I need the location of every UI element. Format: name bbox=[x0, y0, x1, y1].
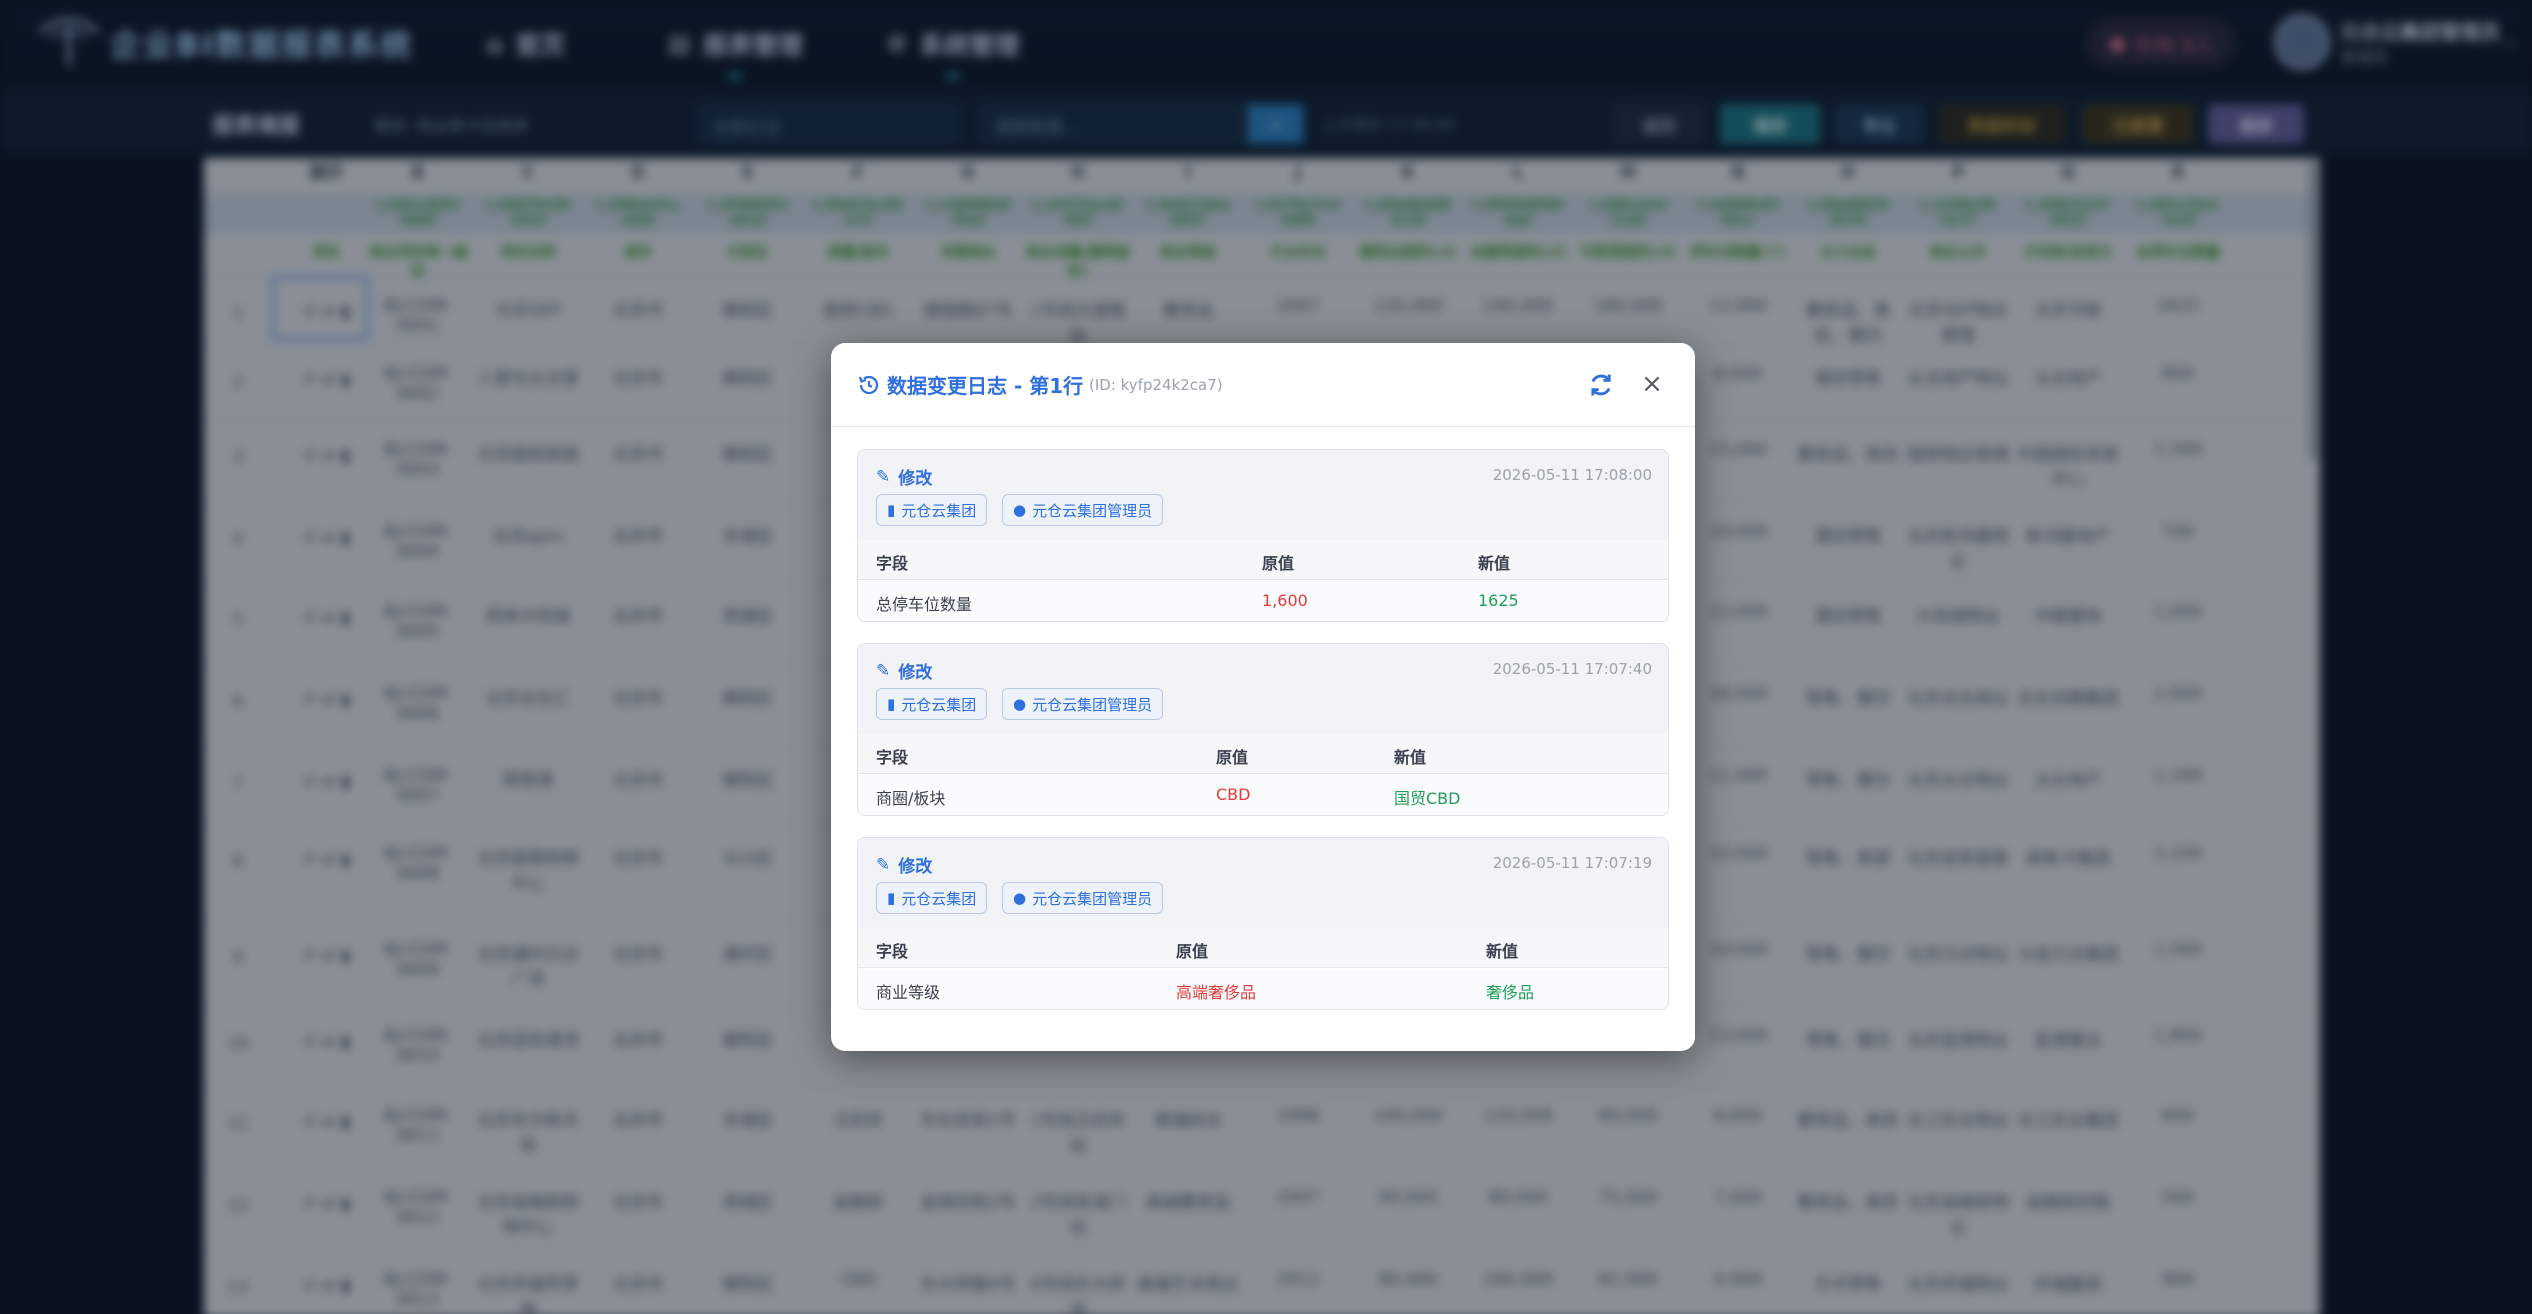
user-tag-label: 元仓云集团管理员 bbox=[1032, 889, 1153, 908]
header-old: 原值 bbox=[1216, 748, 1249, 767]
header-old: 原值 bbox=[1262, 554, 1295, 573]
user-icon: ● bbox=[1013, 501, 1027, 519]
log-table-row: 总停车位数量 1,600 1625 bbox=[858, 581, 1668, 621]
org-tag: ▮ 元仓云集团 bbox=[876, 882, 988, 914]
header-new: 新值 bbox=[1478, 554, 1511, 573]
change-log-modal: 数据变更日志 - 第1行 (ID: kyfp24k2ca7) × ✎ 修改 20… bbox=[831, 343, 1695, 1051]
log-action-label: 修改 bbox=[898, 663, 933, 683]
header-new: 新值 bbox=[1486, 942, 1519, 961]
modal-header: 数据变更日志 - 第1行 (ID: kyfp24k2ca7) × bbox=[831, 343, 1695, 427]
user-tag: ● 元仓云集团管理员 bbox=[1002, 494, 1164, 526]
log-action: ✎ 修改 bbox=[876, 658, 933, 684]
old-value: 高端奢侈品 bbox=[1176, 983, 1257, 1002]
modal-title: 数据变更日志 - 第1行 bbox=[887, 374, 1084, 398]
log-table-header: 字段 原值 新值 bbox=[858, 734, 1668, 774]
org-tag-label: 元仓云集团 bbox=[901, 889, 977, 908]
building-icon: ▮ bbox=[887, 501, 896, 519]
log-entry-header: ✎ 修改 2026-05-11 17:07:19 ▮ 元仓云集团 ● 元仓云集团管理… bbox=[858, 838, 1668, 928]
log-table-header: 字段 原值 新值 bbox=[858, 928, 1668, 968]
changed-field: 总停车位数量 bbox=[876, 595, 973, 614]
user-tag: ● 元仓云集团管理员 bbox=[1002, 882, 1164, 914]
user-icon: ● bbox=[1013, 889, 1027, 907]
header-new: 新值 bbox=[1394, 748, 1427, 767]
header-field: 字段 bbox=[876, 748, 909, 767]
user-tag-label: 元仓云集团管理员 bbox=[1032, 501, 1153, 520]
log-table-header: 字段 原值 新值 bbox=[858, 540, 1668, 580]
log-time: 2026-05-11 17:08:00 bbox=[1492, 466, 1652, 484]
user-tag: ● 元仓云集团管理员 bbox=[1002, 688, 1164, 720]
log-table-row: 商圈/板块 CBD 国贸CBD bbox=[858, 775, 1668, 815]
org-tag-label: 元仓云集团 bbox=[901, 501, 977, 520]
log-table-row: 商业等级 高端奢侈品 奢侈品 bbox=[858, 969, 1668, 1009]
log-entry: ✎ 修改 2026-05-11 17:08:00 ▮ 元仓云集团 ● 元仓云集团管理… bbox=[857, 449, 1669, 622]
history-icon bbox=[858, 375, 879, 395]
org-tag: ▮ 元仓云集团 bbox=[876, 494, 988, 526]
building-icon: ▮ bbox=[887, 889, 896, 907]
edit-icon: ✎ bbox=[876, 660, 891, 681]
building-icon: ▮ bbox=[887, 695, 896, 713]
log-time: 2026-05-11 17:07:19 bbox=[1492, 854, 1652, 872]
changed-field: 商业等级 bbox=[876, 983, 941, 1002]
new-value: 1625 bbox=[1478, 591, 1519, 610]
header-field: 字段 bbox=[876, 554, 909, 573]
log-action: ✎ 修改 bbox=[876, 852, 933, 878]
old-value: CBD bbox=[1216, 785, 1251, 804]
log-entry-header: ✎ 修改 2026-05-11 17:07:40 ▮ 元仓云集团 ● 元仓云集团管理… bbox=[858, 644, 1668, 734]
header-field: 字段 bbox=[876, 942, 909, 961]
log-action-label: 修改 bbox=[898, 469, 933, 489]
log-action: ✎ 修改 bbox=[876, 464, 933, 490]
old-value: 1,600 bbox=[1262, 591, 1308, 610]
log-entry-header: ✎ 修改 2026-05-11 17:08:00 ▮ 元仓云集团 ● 元仓云集团管理… bbox=[858, 450, 1668, 540]
new-value: 奢侈品 bbox=[1486, 983, 1535, 1002]
log-time: 2026-05-11 17:07:40 bbox=[1492, 660, 1652, 678]
edit-icon: ✎ bbox=[876, 466, 891, 487]
record-id: (ID: kyfp24k2ca7) bbox=[1089, 376, 1223, 394]
refresh-icon[interactable] bbox=[1587, 371, 1615, 399]
user-tag-label: 元仓云集团管理员 bbox=[1032, 695, 1153, 714]
org-tag: ▮ 元仓云集团 bbox=[876, 688, 988, 720]
changed-field: 商圈/板块 bbox=[876, 789, 946, 808]
edit-icon: ✎ bbox=[876, 854, 891, 875]
header-old: 原值 bbox=[1176, 942, 1209, 961]
user-icon: ● bbox=[1013, 695, 1027, 713]
org-tag-label: 元仓云集团 bbox=[901, 695, 977, 714]
log-entry: ✎ 修改 2026-05-11 17:07:40 ▮ 元仓云集团 ● 元仓云集团管理… bbox=[857, 643, 1669, 816]
log-action-label: 修改 bbox=[898, 857, 933, 877]
new-value: 国贸CBD bbox=[1394, 789, 1461, 808]
close-icon[interactable]: × bbox=[1637, 369, 1667, 399]
log-entry: ✎ 修改 2026-05-11 17:07:19 ▮ 元仓云集团 ● 元仓云集团管理… bbox=[857, 837, 1669, 1010]
